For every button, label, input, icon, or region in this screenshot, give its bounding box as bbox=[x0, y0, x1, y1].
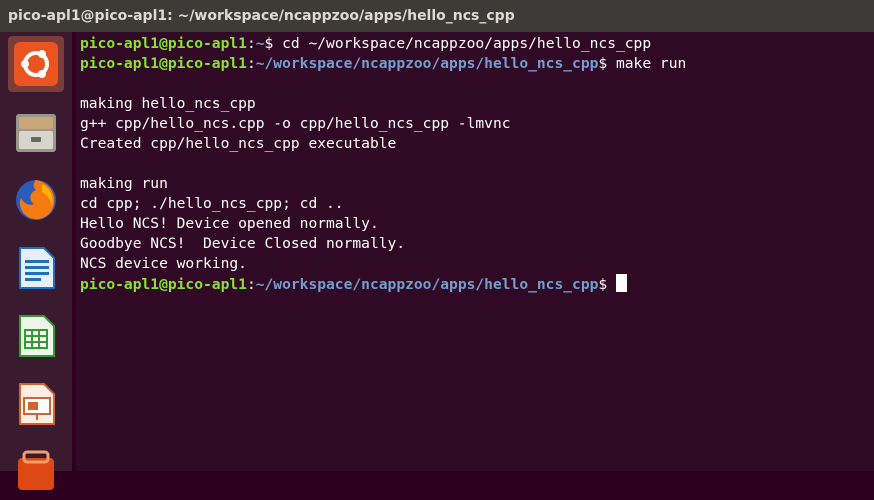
output-line: Goodbye NCS! Device Closed normally. bbox=[80, 235, 406, 252]
terminal-line-cd: pico-apl1@pico-apl1:~$ cd ~/workspace/nc… bbox=[80, 34, 874, 54]
command-text: $ cd ~/workspace/ncappzoo/apps/hello_ncs… bbox=[264, 35, 652, 52]
libreoffice-writer-icon bbox=[19, 247, 55, 289]
software-center-icon bbox=[18, 450, 54, 490]
terminal-line-prompt: pico-apl1@pico-apl1:~/workspace/ncappzoo… bbox=[80, 274, 874, 294]
window-title: pico-apl1@pico-apl1: ~/workspace/ncappzo… bbox=[0, 0, 874, 32]
output-line: cd cpp; ./hello_ncs_cpp; cd .. bbox=[80, 195, 344, 212]
prompt-sep: : bbox=[246, 276, 256, 293]
launcher-files[interactable] bbox=[8, 104, 64, 160]
prompt-user: pico-apl1@pico-apl1 bbox=[80, 35, 247, 52]
prompt-user: pico-apl1@pico-apl1 bbox=[80, 276, 247, 293]
output-line: making hello_ncs_cpp bbox=[80, 95, 256, 112]
launcher-writer[interactable] bbox=[8, 240, 64, 296]
launcher bbox=[0, 32, 72, 490]
command-text: $ bbox=[598, 276, 616, 293]
launcher-dash[interactable] bbox=[8, 36, 64, 92]
prompt-sep: : bbox=[246, 35, 256, 52]
launcher-calc[interactable] bbox=[8, 308, 64, 364]
launcher-firefox[interactable] bbox=[8, 172, 64, 228]
prompt-path: ~/workspace/ncappzoo/apps/hello_ncs_cpp bbox=[255, 55, 599, 72]
prompt-path: ~/workspace/ncappzoo/apps/hello_ncs_cpp bbox=[255, 276, 599, 293]
output-line: making run bbox=[80, 175, 168, 192]
output-line: Created cpp/hello_ncs_cpp executable bbox=[80, 135, 397, 152]
prompt-user: pico-apl1@pico-apl1 bbox=[80, 55, 247, 72]
libreoffice-calc-icon bbox=[19, 315, 55, 357]
output-line: g++ cpp/hello_ncs.cpp -o cpp/hello_ncs_c… bbox=[80, 115, 511, 132]
launcher-software-center[interactable] bbox=[8, 444, 64, 500]
launcher-impress[interactable] bbox=[8, 376, 64, 432]
libreoffice-impress-icon bbox=[19, 383, 55, 425]
terminal[interactable]: pico-apl1@pico-apl1:~$ cd ~/workspace/nc… bbox=[76, 32, 874, 471]
terminal-line-make: pico-apl1@pico-apl1:~/workspace/ncappzoo… bbox=[80, 54, 874, 74]
terminal-cursor bbox=[615, 274, 627, 292]
output-line: Hello NCS! Device opened normally. bbox=[80, 215, 379, 232]
file-manager-icon bbox=[16, 114, 56, 152]
command-text: $ make run bbox=[598, 55, 687, 72]
output-line: NCS device working. bbox=[80, 255, 247, 272]
firefox-icon bbox=[16, 180, 56, 220]
ubuntu-dash-icon bbox=[14, 42, 58, 86]
prompt-sep: : bbox=[246, 55, 256, 72]
prompt-path: ~ bbox=[255, 35, 265, 52]
